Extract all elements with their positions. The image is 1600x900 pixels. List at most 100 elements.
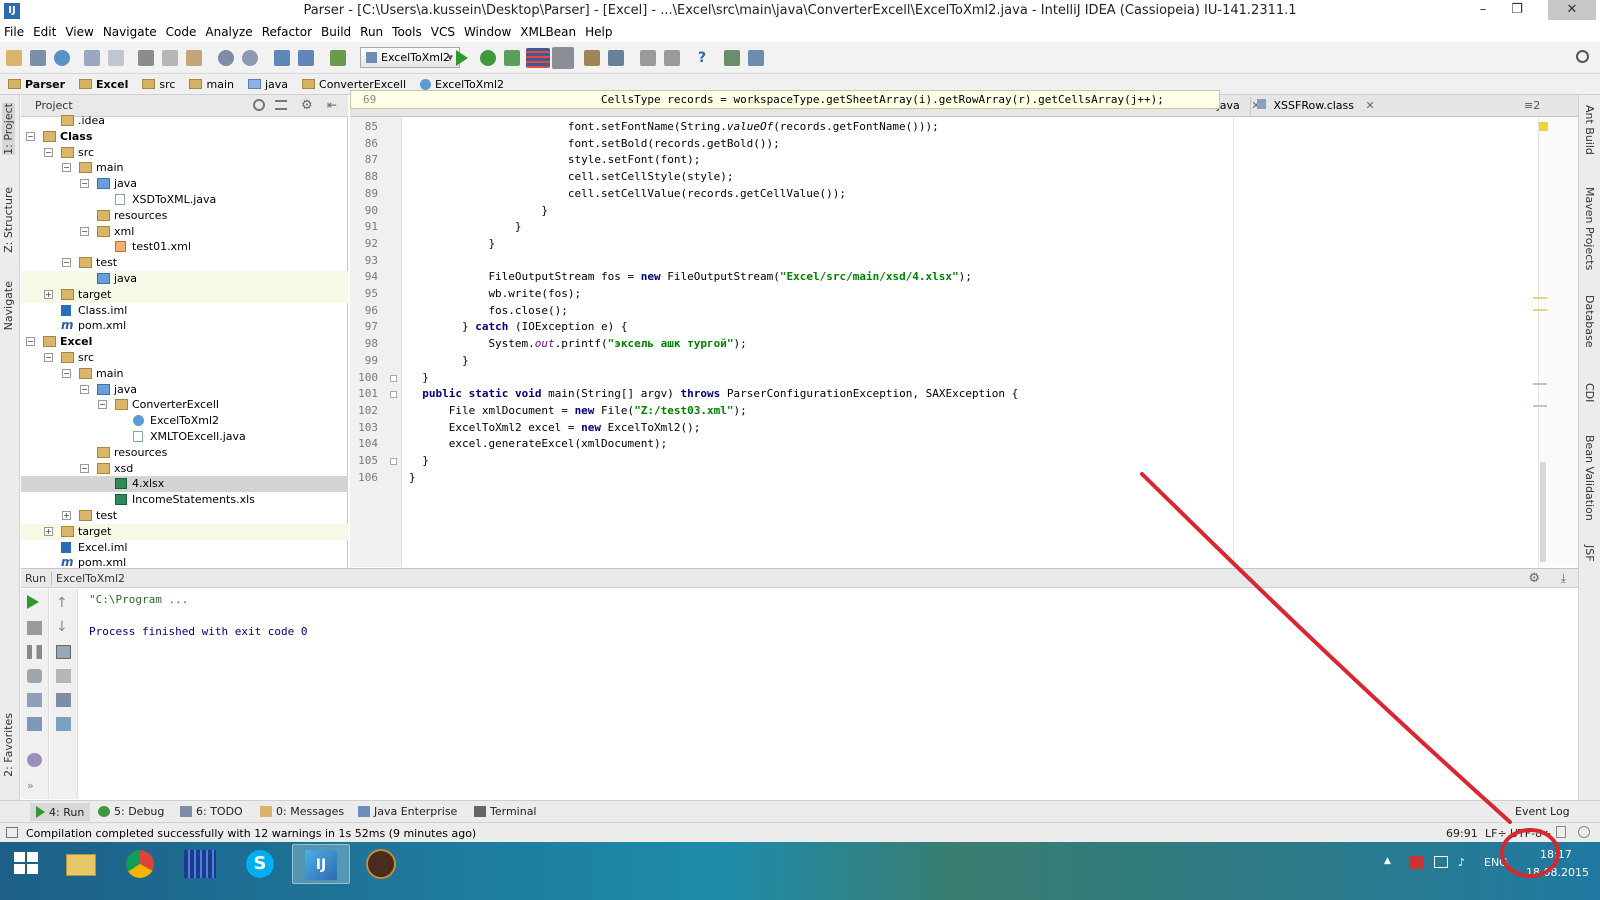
run-icon[interactable] xyxy=(456,50,468,66)
run-tool-button[interactable]: 4: Run xyxy=(30,803,91,821)
event-log-tool-button[interactable]: Event Log xyxy=(1515,805,1570,818)
collapse-icon[interactable]: − xyxy=(98,400,107,410)
rerun-icon[interactable] xyxy=(27,595,39,609)
menu-view[interactable]: View xyxy=(65,25,93,39)
action-center-icon[interactable] xyxy=(1410,856,1423,869)
network-icon[interactable] xyxy=(1434,856,1448,868)
todo-tool-button[interactable]: 6: TODO xyxy=(180,805,243,818)
structure-tool-tab[interactable]: Z: Structure xyxy=(2,187,15,253)
expand-icon[interactable]: + xyxy=(62,511,71,520)
tree-node[interactable]: − Class xyxy=(21,129,348,145)
arrow-up-icon[interactable]: ↑ xyxy=(56,595,71,611)
sdk-manager-icon[interactable] xyxy=(664,50,680,66)
menu-help[interactable]: Help xyxy=(585,25,612,39)
help-icon[interactable]: ? xyxy=(694,50,710,66)
pin-icon[interactable] xyxy=(27,753,42,767)
editor-scrollbar-thumb[interactable] xyxy=(1540,462,1546,562)
code-line[interactable]: System.out.printf("эксель ашк тургой"); xyxy=(488,337,746,354)
tree-node[interactable]: − xsd xyxy=(21,461,348,477)
scroll-to-end-icon[interactable] xyxy=(56,669,71,683)
restore-layout-icon[interactable] xyxy=(27,693,42,707)
database-tab[interactable]: Database xyxy=(1583,295,1596,348)
menu-file[interactable]: File xyxy=(4,25,24,39)
collapse-icon[interactable]: − xyxy=(44,353,53,362)
menu-refactor[interactable]: Refactor xyxy=(262,25,312,39)
project-tool-tab[interactable]: 1: Project xyxy=(2,103,15,155)
code-line[interactable]: } xyxy=(515,220,522,237)
tree-node[interactable]: IncomeStatements.xls xyxy=(21,492,348,508)
collapse-icon[interactable]: − xyxy=(62,258,71,268)
coverage-icon[interactable] xyxy=(504,50,520,66)
code-line[interactable]: } xyxy=(462,354,469,371)
breadcrumb-java[interactable]: java xyxy=(247,78,288,91)
debug-icon[interactable] xyxy=(480,50,496,66)
close-button[interactable]: ✕ xyxy=(1548,0,1596,20)
tree-node[interactable]: ExcelToXml2 xyxy=(21,413,348,429)
run-console[interactable]: "C:\Program ... Process finished with ex… xyxy=(79,589,1578,799)
tree-node[interactable]: − xml xyxy=(21,224,348,240)
code-line[interactable]: public static void main(String[] argv) t… xyxy=(422,387,1018,404)
inspector-icon[interactable] xyxy=(1578,826,1590,838)
tree-node[interactable]: − java xyxy=(21,382,348,398)
editor-tab-xssfrow[interactable]: XSSFRow.class ✕ xyxy=(1250,97,1381,116)
fold-marker-icon[interactable] xyxy=(390,458,397,465)
code-line[interactable]: cell.setCellValue(records.getCellValue()… xyxy=(568,187,846,204)
lock-icon[interactable] xyxy=(1556,826,1566,838)
usage-stripe-mark[interactable] xyxy=(1533,405,1547,407)
collapse-icon[interactable]: − xyxy=(80,384,89,394)
minimize-button[interactable]: – xyxy=(1466,0,1500,20)
collapse-all-icon[interactable] xyxy=(275,100,287,110)
print-icon[interactable] xyxy=(56,693,71,707)
project-view-selector[interactable]: Project xyxy=(35,99,73,112)
clock-time[interactable]: 18:17 xyxy=(1540,848,1572,861)
deploy-icon[interactable] xyxy=(724,50,740,66)
maven-projects-tab[interactable]: Maven Projects xyxy=(1583,187,1596,270)
sync-icon[interactable] xyxy=(54,50,70,66)
tree-node[interactable]: resources xyxy=(21,208,348,224)
code-line[interactable]: } catch (IOException e) { xyxy=(462,320,628,337)
ant-build-tab[interactable]: Ant Build xyxy=(1583,105,1596,155)
tree-node[interactable]: XSDToXML.java xyxy=(21,192,348,208)
code-line[interactable]: ExcelToXml2 excel = new ExcelToXml2(); xyxy=(449,421,701,438)
tree-node[interactable]: m pom.xml xyxy=(21,318,348,334)
navigate-tool-tab[interactable]: Navigate xyxy=(2,281,15,330)
breadcrumb-parser[interactable]: Parser xyxy=(8,78,65,91)
code-line[interactable]: cell.setCellStyle(style); xyxy=(568,170,734,187)
messages-tool-button[interactable]: 0: Messages xyxy=(260,805,344,818)
collapse-icon[interactable]: − xyxy=(62,368,71,378)
menu-vcs[interactable]: VCS xyxy=(431,25,455,39)
back-icon[interactable] xyxy=(274,50,290,66)
menu-tools[interactable]: Tools xyxy=(392,25,422,39)
dump-threads-icon[interactable] xyxy=(27,669,42,683)
code-line[interactable]: } xyxy=(488,237,495,254)
cdi-tab[interactable]: CDI xyxy=(1583,383,1596,402)
cut-icon[interactable] xyxy=(138,50,154,66)
fold-marker-icon[interactable] xyxy=(390,374,397,382)
taskbar-explorer[interactable] xyxy=(52,844,110,884)
code-line[interactable]: File xmlDocument = new File("Z:/test03.x… xyxy=(449,404,747,421)
file-encoding[interactable]: UTF-8÷ xyxy=(1510,827,1551,840)
tree-node[interactable]: + target xyxy=(21,523,348,540)
warning-stripe-mark[interactable] xyxy=(1533,297,1547,299)
line-separator[interactable]: LF÷ xyxy=(1485,827,1507,840)
tree-node[interactable]: − src xyxy=(21,350,348,366)
find-icon[interactable] xyxy=(218,50,234,66)
collapse-icon[interactable]: − xyxy=(80,226,89,236)
menu-navigate[interactable]: Navigate xyxy=(103,25,157,39)
collapse-icon[interactable]: − xyxy=(80,463,89,473)
breadcrumb-main[interactable]: main xyxy=(189,78,234,91)
tree-node[interactable]: test01.xml xyxy=(21,239,348,255)
collapse-icon[interactable]: − xyxy=(80,179,89,189)
start-button-icon[interactable] xyxy=(14,852,38,874)
tree-node[interactable]: Class.iml xyxy=(21,303,348,319)
favorites-tool-tab[interactable]: 2: Favorites xyxy=(2,713,15,777)
tree-node[interactable]: Excel.iml xyxy=(21,540,348,556)
debug-tool-button[interactable]: 5: Debug xyxy=(98,805,164,818)
breadcrumb-src[interactable]: src xyxy=(142,78,175,91)
taskbar-java-ee[interactable] xyxy=(352,844,410,884)
sdk-icon[interactable] xyxy=(552,47,574,69)
menu-build[interactable]: Build xyxy=(321,25,351,39)
usage-stripe-mark[interactable] xyxy=(1533,383,1547,385)
expand-icon[interactable]: + xyxy=(44,526,53,536)
pause-icon[interactable] xyxy=(27,645,42,659)
